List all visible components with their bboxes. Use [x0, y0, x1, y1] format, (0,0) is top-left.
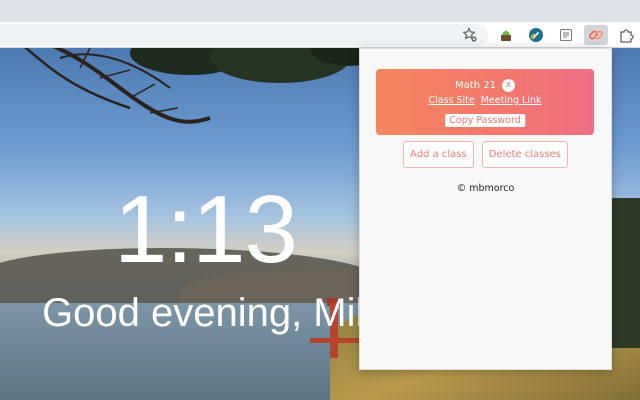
copy-password-button[interactable]: Copy Password [445, 114, 525, 127]
link-circle-icon[interactable] [527, 26, 545, 44]
class-title-row: Math 21 x [376, 79, 594, 92]
browser-toolbar [0, 22, 640, 48]
reader-icon[interactable] [557, 26, 575, 44]
link-icon[interactable] [584, 25, 608, 45]
address-bar[interactable] [0, 24, 488, 46]
puzzle-icon[interactable] [617, 26, 635, 44]
greeting-text: Good evening, Mike. [42, 291, 409, 335]
popup-actions: Add a class Delete classes [360, 141, 611, 168]
tree-canopy [130, 48, 370, 83]
delete-classes-button[interactable]: Delete classes [481, 141, 568, 168]
class-name: Math 21 [455, 80, 496, 91]
bridge-deck [310, 338, 360, 343]
class-card: Math 21 x Class Site Meeting Link Copy P… [376, 69, 594, 135]
class-links: Class Site Meeting Link [376, 95, 594, 106]
meeting-link[interactable]: Meeting Link [481, 95, 542, 106]
credit-text: © mbmorco [456, 183, 515, 194]
remove-class-button[interactable]: x [501, 79, 515, 92]
class-site-link[interactable]: Class Site [428, 95, 474, 106]
clock-time: 1:13 [114, 176, 298, 283]
bookmark-star-icon[interactable] [462, 27, 478, 43]
extension-popup: Math 21 x Class Site Meeting Link Copy P… [359, 48, 612, 370]
plant-pot-icon[interactable] [497, 26, 515, 44]
add-class-button[interactable]: Add a class [403, 141, 474, 168]
tab-strip [0, 0, 640, 22]
